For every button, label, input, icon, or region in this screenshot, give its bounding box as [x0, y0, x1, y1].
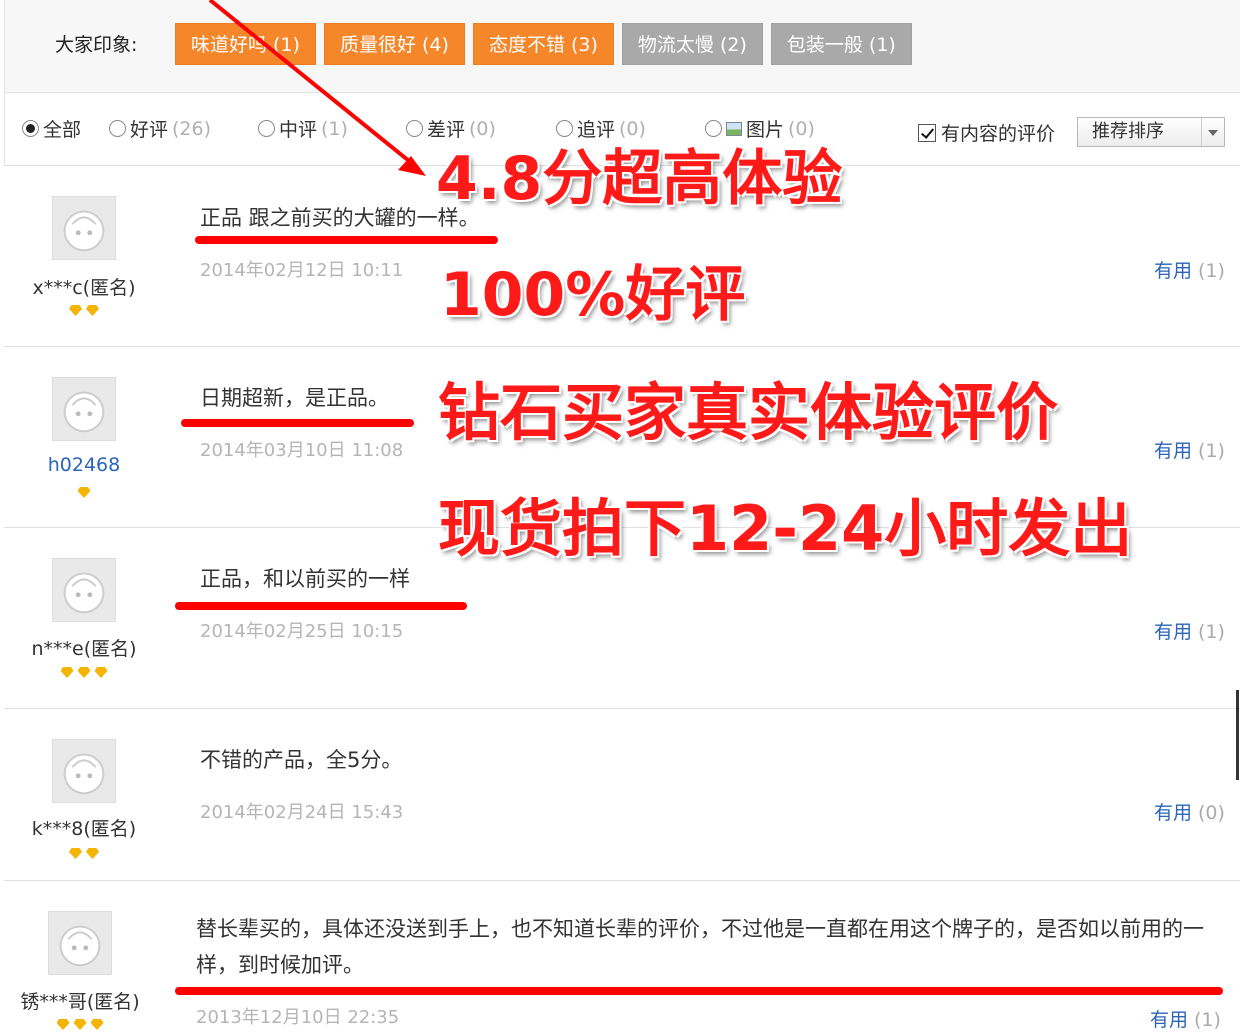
diamond-rating [0, 1019, 160, 1030]
sort-select[interactable]: 推荐排序 [1077, 117, 1225, 147]
useful-label: 有用 [1154, 802, 1193, 824]
impression-tags: 味道好吗 (1) 质量很好 (4) 态度不错 (3) 物流太慢 (2) 包装一般… [175, 23, 912, 65]
useful-count: (1) [1194, 1009, 1221, 1031]
promo-positive: 100%好评 [440, 260, 746, 330]
filter-all[interactable]: 全部 [22, 115, 81, 142]
review-date: 2014年03月10日 11:08 [200, 440, 404, 461]
avatar [48, 911, 112, 975]
diamond-rating [4, 487, 164, 498]
impression-tag-logistics[interactable]: 物流太慢 (2) [621, 23, 763, 65]
filter-medium-count: (1) [321, 117, 348, 140]
avatar [52, 377, 116, 441]
highlight-underline [195, 236, 498, 244]
review-page: 大家印象: 味道好吗 (1) 质量很好 (4) 态度不错 (3) 物流太慢 (2… [0, 0, 1240, 1032]
highlight-underline [175, 602, 467, 610]
filter-medium-label: 中评 [279, 119, 318, 141]
useful-button[interactable]: 有用 (0) [1154, 798, 1225, 825]
useful-count: (1) [1198, 440, 1225, 462]
reviewer-name: x***c(匿名) [32, 277, 136, 299]
impression-label: 大家印象: [55, 34, 138, 56]
filter-good-label: 好评 [130, 119, 169, 141]
useful-count: (1) [1198, 260, 1225, 282]
highlight-underline [181, 419, 414, 427]
review-text: 不错的产品，全5分。 [200, 748, 403, 772]
review-text: 正品，和以前买的一样 [200, 567, 410, 591]
promo-rating: 4.8分超高体验 [436, 144, 843, 214]
review-date: 2014年02月25日 10:15 [200, 621, 404, 642]
scrollbar-edge[interactable] [1236, 690, 1239, 780]
promo-shipping: 现货拍下12-24小时发出 [438, 492, 1133, 565]
impression-bar: 大家印象: 味道好吗 (1) 质量很好 (4) 态度不错 (3) 物流太慢 (2… [4, 0, 1240, 93]
useful-button[interactable]: 有用 (1) [1154, 617, 1225, 644]
avatar [52, 196, 116, 260]
filter-all-label: 全部 [43, 119, 82, 141]
diamond-rating [4, 667, 164, 678]
highlight-underline [175, 987, 1223, 995]
promo-diamond-buyers: 钻石买家真实体验评价 [438, 376, 1059, 449]
impression-tag-quality[interactable]: 质量很好 (4) [323, 23, 465, 65]
review-date: 2014年02月12日 10:11 [200, 260, 404, 281]
useful-button[interactable]: 有用 (1) [1150, 1005, 1221, 1032]
review-item: 锈***哥(匿名) 替长辈买的，具体还没送到手上，也不知道长辈的评价，不过他是一… [4, 881, 1240, 1032]
review-text: 日期超新，是正品。 [200, 386, 389, 410]
useful-button[interactable]: 有用 (1) [1154, 256, 1225, 283]
impression-tag-packaging[interactable]: 包装一般 (1) [770, 23, 912, 65]
useful-count: (1) [1198, 621, 1225, 643]
radio-icon [406, 120, 423, 137]
useful-label: 有用 [1150, 1009, 1189, 1031]
useful-label: 有用 [1154, 260, 1193, 282]
avatar [52, 558, 116, 622]
review-date: 2014年02月24日 15:43 [200, 802, 404, 823]
radio-icon [258, 120, 275, 137]
review-text: 替长辈买的，具体还没送到手上，也不知道长辈的评价，不过他是一直都在用这个牌子的，… [196, 917, 1204, 977]
reviewer-name[interactable]: h02468 [4, 454, 164, 476]
radio-checked-icon [22, 120, 39, 137]
filter-good-count: (26) [172, 117, 212, 140]
filter-good[interactable]: 好评 (26) [109, 115, 211, 142]
checkbox-checked-icon [918, 123, 936, 142]
review-date: 2013年12月10日 22:35 [196, 1007, 400, 1028]
useful-label: 有用 [1154, 621, 1193, 643]
impression-tag-taste[interactable]: 味道好吗 (1) [175, 23, 316, 65]
reviewer-name: n***e(匿名) [31, 638, 137, 660]
avatar [52, 739, 116, 803]
diamond-rating [4, 848, 164, 859]
has-content-label: 有内容的评价 [941, 123, 1056, 145]
useful-label: 有用 [1154, 440, 1193, 462]
has-content-filter[interactable]: 有内容的评价 [918, 119, 1055, 146]
reviewer-name: k***8(匿名) [31, 818, 137, 840]
sort-value: 推荐排序 [1092, 121, 1164, 142]
useful-button[interactable]: 有用 (1) [1154, 436, 1225, 463]
impression-tag-attitude[interactable]: 态度不错 (3) [472, 23, 614, 65]
radio-icon [109, 120, 126, 137]
diamond-rating [4, 305, 164, 316]
reviewer-name: 锈***哥(匿名) [20, 991, 140, 1013]
useful-count: (0) [1198, 802, 1225, 824]
chevron-down-icon [1201, 118, 1224, 146]
filter-medium[interactable]: 中评 (1) [258, 115, 348, 142]
review-item: k***8(匿名) 不错的产品，全5分。 2014年02月24日 15:43 有… [4, 709, 1240, 881]
